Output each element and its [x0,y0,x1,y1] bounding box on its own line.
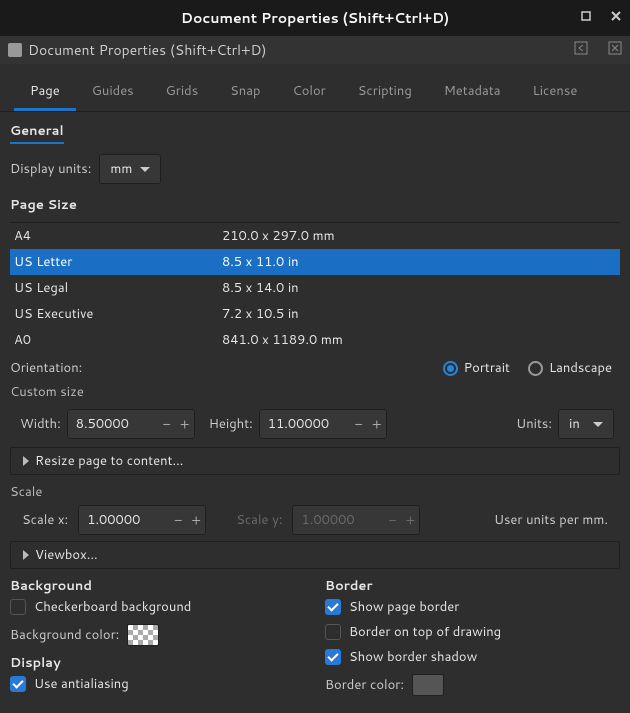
check-border-shadow[interactable]: Show border shadow [325,648,477,666]
heading-border: Border [325,577,620,595]
plus-icon[interactable]: + [176,414,194,434]
radio-portrait[interactable]: Portrait [443,359,510,377]
page-size-row[interactable]: A4210.0 x 297.0 mm [10,223,620,249]
minus-icon[interactable]: − [158,414,176,434]
select-units[interactable]: in [558,409,614,439]
tab-scripting[interactable]: Scripting [342,74,428,111]
label-height: Height: [209,415,253,433]
tab-color[interactable]: Color [277,74,342,111]
heading-page-size: Page Size [10,196,620,216]
close-icon[interactable] [610,9,622,27]
spin-scalex[interactable]: −+ [78,505,206,535]
label-custom-size: Custom size [10,383,620,401]
heading-scale: Scale [10,483,620,501]
expander-resize[interactable]: Resize page to content... [10,447,620,475]
tab-grids[interactable]: Grids [150,74,215,111]
heading-display: Display [10,654,305,672]
select-display-units-value: mm [110,160,132,178]
inkscape-icon [8,43,22,57]
radio-landscape[interactable]: Landscape [528,359,612,377]
select-display-units[interactable]: mm [99,154,161,184]
tab-guides[interactable]: Guides [76,74,150,111]
label-units: Units: [516,415,552,433]
plus-icon[interactable]: + [187,510,205,530]
check-antialias[interactable]: Use antialiasing [10,675,129,693]
minimize-icon[interactable] [580,9,592,27]
heading-background: Background [10,577,305,595]
tab-metadata[interactable]: Metadata [428,74,517,111]
label-scalex: Scale x: [22,511,68,529]
plus-icon: + [401,510,419,530]
dock-icon[interactable] [574,40,588,60]
check-border-ontop[interactable]: Border on top of drawing [325,623,501,641]
input-scaley [293,511,383,529]
window-title: Document Properties (Shift+Ctrl+D) [181,8,449,28]
chevron-down-icon [593,422,603,427]
tabbar: Page Guides Grids Snap Color Scripting M… [0,64,630,112]
label-orientation: Orientation: [10,359,82,377]
close-panel-icon[interactable] [608,40,622,60]
tab-snap[interactable]: Snap [214,74,276,111]
swatch-bordercolor[interactable] [412,674,444,696]
spin-width[interactable]: −+ [67,409,195,439]
sub-titlebar: Document Properties (Shift+Ctrl+D) [0,36,630,64]
label-display-units: Display units: [10,160,91,178]
page-size-table: A4210.0 x 297.0 mm US Letter8.5 x 11.0 i… [10,222,620,353]
window-controls [580,9,622,27]
spin-scaley: −+ [292,505,420,535]
input-height[interactable] [260,415,350,433]
label-bgcolor: Background color: [10,626,119,644]
page-size-row[interactable]: US Executive7.2 x 10.5 in [10,301,620,327]
minus-icon[interactable]: − [350,414,368,434]
tab-page[interactable]: Page [14,74,76,111]
page-size-row[interactable]: US Letter8.5 x 11.0 in [10,249,620,275]
heading-general: General [10,122,64,144]
label-width: Width: [20,415,61,433]
swatch-bgcolor[interactable] [127,624,159,646]
page-size-row[interactable]: A0841.0 x 1189.0 mm [10,327,620,353]
minus-icon[interactable]: − [169,510,187,530]
minus-icon: − [383,510,401,530]
triangle-right-icon [23,456,29,466]
triangle-right-icon [23,550,29,560]
page-size-row[interactable]: US Legal8.5 x 14.0 in [10,275,620,301]
input-width[interactable] [68,415,158,433]
input-scalex[interactable] [79,511,169,529]
label-scaley: Scale y: [236,511,282,529]
chevron-down-icon [140,167,150,172]
label-user-units: User units per mm. [494,511,608,529]
check-show-border[interactable]: Show page border [325,598,459,616]
document-subtitle: Document Properties (Shift+Ctrl+D) [28,40,267,60]
plus-icon[interactable]: + [368,414,386,434]
spin-height[interactable]: −+ [259,409,387,439]
check-checkerboard[interactable]: Checkerboard background [10,598,191,616]
expander-viewbox[interactable]: Viewbox... [10,541,620,569]
titlebar: Document Properties (Shift+Ctrl+D) [0,0,630,36]
label-bordercolor: Border color: [325,676,404,694]
tab-license[interactable]: License [517,74,594,111]
